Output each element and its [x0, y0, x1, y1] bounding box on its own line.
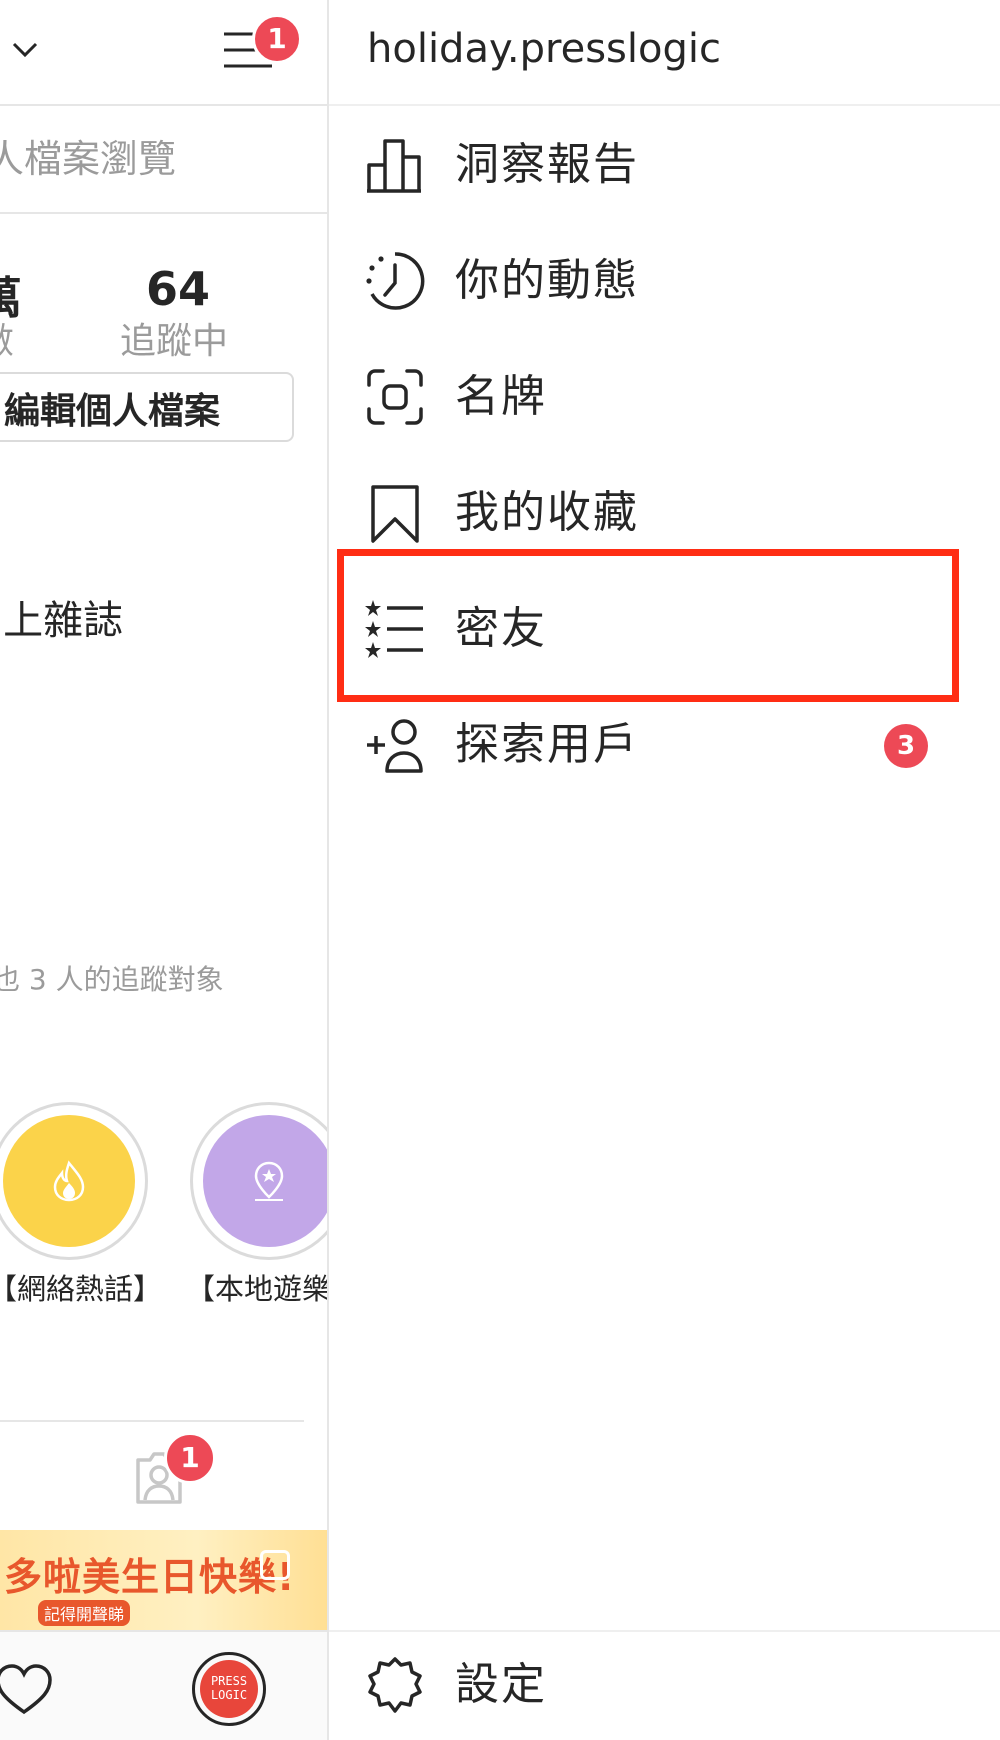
profile-avatar-tab[interactable]: PRESS LOGIC	[192, 1652, 266, 1726]
menu-label-settings: 設定	[455, 1659, 547, 1710]
menu-item-discover-people[interactable]: 探索用戶 3	[329, 690, 1000, 800]
following-count[interactable]: 64	[146, 262, 210, 316]
insights-divider	[0, 212, 328, 214]
menu-label-insights: 洞察報告	[455, 139, 639, 190]
menu-label-discover-people: 探索用戶	[455, 719, 639, 770]
discover-people-badge: 3	[884, 724, 928, 768]
thumbnail-title: 多啦美生日快樂!	[4, 1555, 296, 1599]
tabs-divider	[0, 1420, 304, 1422]
thumbnail-media-icon	[260, 1550, 290, 1580]
drawer-username: holiday.presslogic	[367, 26, 721, 72]
bar-chart-icon	[365, 135, 425, 195]
account-switch-chevron-icon[interactable]	[10, 34, 40, 64]
nametag-scan-icon	[365, 367, 425, 427]
highlight-2-cover	[203, 1115, 328, 1247]
bio-text: l上雜誌	[0, 598, 124, 644]
top-bar-divider	[0, 104, 328, 106]
menu-item-settings[interactable]: 設定	[329, 1630, 1000, 1740]
fire-icon	[53, 1160, 85, 1202]
menu-label-your-activity: 你的動態	[455, 255, 639, 306]
menu-notification-badge: 1	[252, 14, 302, 64]
edit-profile-label: 編輯個人檔案	[4, 391, 221, 432]
menu-item-insights[interactable]: 洞察報告	[329, 110, 1000, 220]
bookmark-icon	[365, 483, 425, 543]
activity-clock-icon	[365, 251, 425, 311]
gear-icon	[365, 1656, 425, 1716]
highlight-1-cover	[3, 1115, 135, 1247]
profile-panel: 1 人檔案瀏覽 萬 數 64 追蹤中 編輯個人檔案 l上雜誌 也 3 人的追蹤對…	[0, 0, 328, 1740]
add-user-icon	[365, 715, 425, 775]
followed-by-text: 也 3 人的追蹤對象	[0, 963, 224, 996]
story-highlight-2[interactable]	[190, 1102, 328, 1260]
edit-profile-button[interactable]: 編輯個人檔案	[0, 372, 294, 442]
annotation-highlight-box	[337, 549, 959, 702]
menu-item-your-activity[interactable]: 你的動態	[329, 226, 1000, 336]
tagged-badge: 1	[164, 1432, 216, 1484]
story-highlight-1[interactable]	[0, 1102, 148, 1260]
profile-views-text: 人檔案瀏覽	[0, 137, 177, 181]
menu-label-nametag: 名牌	[455, 371, 547, 422]
highlight-1-label: 【網絡熱話】	[0, 1272, 163, 1306]
thumbnail-subtitle: 記得開聲睇	[38, 1600, 131, 1626]
location-pin-icon	[254, 1161, 284, 1201]
profile-avatar: PRESS LOGIC	[200, 1660, 258, 1718]
drawer-header-divider	[329, 104, 1000, 106]
followers-label: 數	[0, 312, 14, 364]
side-drawer: holiday.presslogic 洞察報告 你的動態 名牌 我的收藏 密友 …	[329, 0, 1000, 1740]
highlight-2-label: 【本地遊樂	[186, 1272, 328, 1306]
menu-item-nametag[interactable]: 名牌	[329, 342, 1000, 452]
avatar-text-2: LOGIC	[210, 1688, 248, 1702]
activity-heart-icon[interactable]	[0, 1662, 54, 1716]
following-label[interactable]: 追蹤中	[120, 312, 228, 364]
menu-label-saved: 我的收藏	[455, 487, 639, 538]
post-thumbnail[interactable]: 多啦美生日快樂! 記得開聲睇	[0, 1530, 328, 1630]
avatar-text-1: PRESS	[210, 1674, 248, 1688]
